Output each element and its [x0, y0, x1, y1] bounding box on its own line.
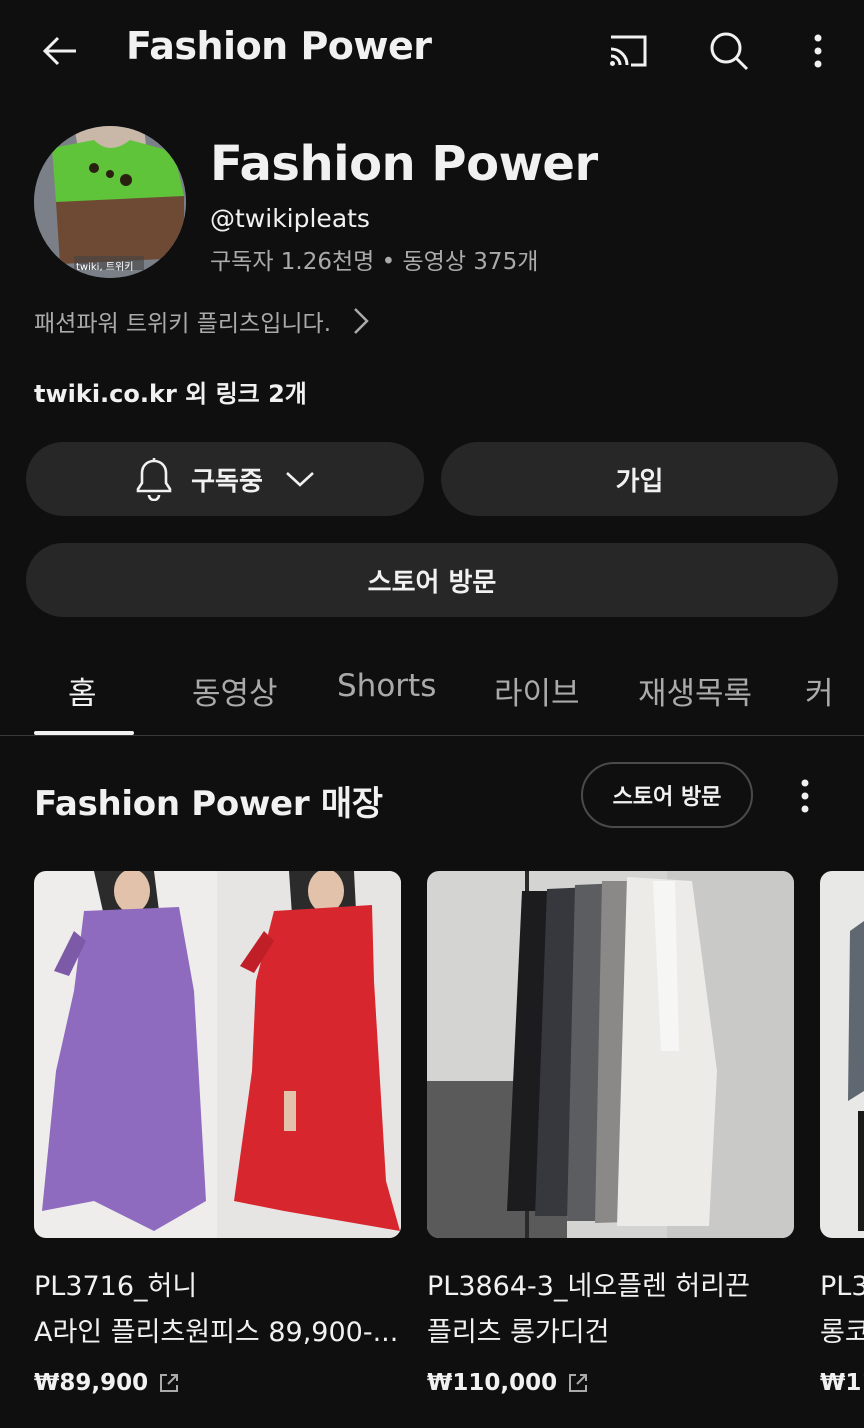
chevron-right-icon — [354, 308, 369, 334]
product-title-1-line1[interactable]: PL3716_허니 — [34, 1264, 404, 1310]
product-title-3-line1[interactable]: PL3 — [820, 1264, 864, 1310]
product-image-1[interactable] — [34, 871, 401, 1238]
join-label: 가입 — [615, 466, 664, 497]
subscribed-button[interactable]: 구독중 — [26, 442, 424, 516]
visit-store-label: 스토어 방문 — [367, 567, 497, 598]
channel-links[interactable]: twiki.co.kr 외 링크 2개 — [34, 374, 307, 409]
chevron-down-icon — [285, 472, 314, 487]
tab-shorts[interactable]: Shorts — [337, 668, 436, 704]
product-title-3-line2[interactable]: 롱코 — [820, 1310, 864, 1356]
product-price-row-1[interactable]: ₩89,900 — [34, 1370, 180, 1396]
tab-community[interactable]: 커 — [805, 668, 834, 713]
tab-playlists[interactable]: 재생목록 — [638, 668, 752, 713]
search-icon[interactable] — [702, 24, 756, 78]
tab-divider — [0, 735, 864, 736]
channel-name: Fashion Power — [210, 136, 598, 192]
product-price-2: ₩110,000 — [427, 1370, 558, 1396]
product-title-1-line2[interactable]: A라인 플리츠원피스 89,900-... — [34, 1310, 404, 1356]
channel-tabs: 홈 동영상 Shorts 라이브 재생목록 커 — [0, 650, 864, 736]
more-options-icon[interactable] — [798, 24, 838, 78]
channel-description: 패션파워 트위키 플리츠입니다. — [34, 311, 332, 337]
store-section-visit-button[interactable]: 스토어 방문 — [581, 762, 753, 828]
top-app-bar: Fashion Power — [0, 0, 864, 104]
product-price-row-2[interactable]: ₩110,000 — [427, 1370, 589, 1396]
external-link-icon — [569, 1374, 588, 1392]
subscribed-label: 구독중 — [191, 466, 263, 497]
top-bar-title: Fashion Power — [126, 24, 432, 68]
back-arrow-icon[interactable] — [30, 24, 90, 78]
channel-avatar[interactable]: twiki, 트위키 — [34, 126, 186, 278]
channel-stats: 구독자 1.26천명 • 동영상 375개 — [210, 249, 539, 275]
product-price-row-3[interactable]: ₩11 — [820, 1370, 864, 1396]
product-price-3: ₩11 — [820, 1370, 864, 1396]
tab-home[interactable]: 홈 — [68, 668, 97, 713]
join-button[interactable]: 가입 — [441, 442, 838, 516]
tab-live[interactable]: 라이브 — [494, 668, 580, 713]
store-more-options-icon[interactable] — [790, 772, 820, 820]
cast-icon[interactable] — [600, 26, 656, 76]
product-image-3[interactable] — [820, 871, 864, 1238]
product-image-2[interactable] — [427, 871, 794, 1238]
product-price-1: ₩89,900 — [34, 1370, 149, 1396]
tab-videos[interactable]: 동영상 — [192, 668, 278, 713]
bell-icon — [136, 458, 172, 501]
channel-handle: @twikipleats — [210, 204, 370, 233]
store-section-title: Fashion Power 매장 — [34, 784, 383, 824]
avatar-caption: twiki, 트위키 — [76, 262, 134, 273]
channel-description-row[interactable]: 패션파워 트위키 플리츠입니다. — [34, 304, 369, 338]
product-title-2-line2[interactable]: 플리츠 롱가디건 — [427, 1310, 797, 1356]
external-link-icon — [160, 1374, 179, 1392]
visit-store-button[interactable]: 스토어 방문 — [26, 543, 838, 617]
product-title-2-line1[interactable]: PL3864-3_네오플렌 허리끈 — [427, 1264, 797, 1310]
